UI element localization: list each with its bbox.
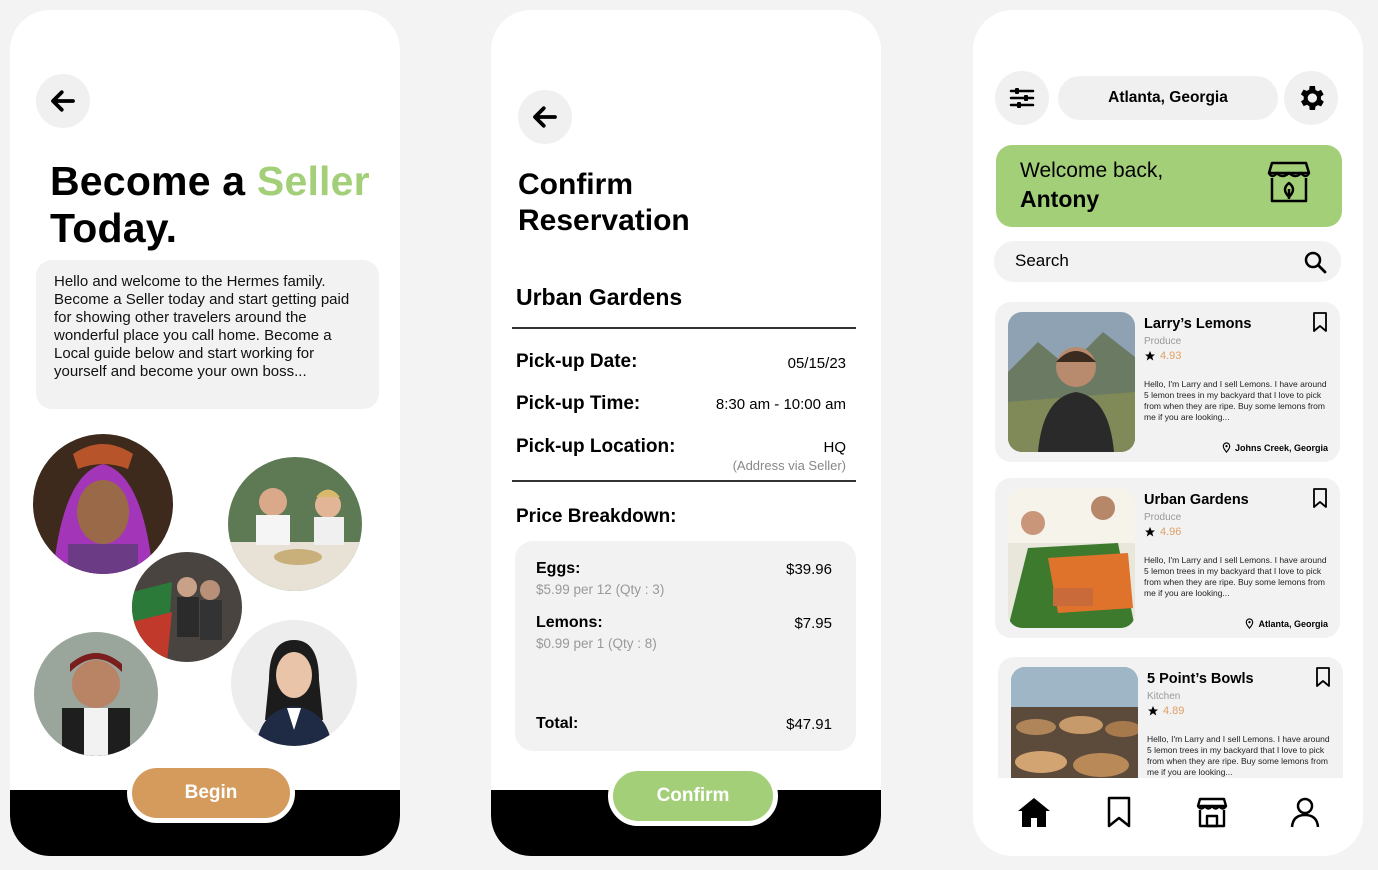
listing-rating: 4.89 — [1147, 705, 1184, 717]
confirm-reservation-screen: Confirm Reservation Urban Gardens Pick-up… — [491, 10, 881, 856]
total-label: Total: — [536, 715, 579, 732]
store-icon — [1267, 161, 1311, 203]
seller-photo-elder-woman — [33, 434, 173, 574]
title-suffix: Today. — [50, 205, 178, 251]
location-text: Johns Creek, Georgia — [1234, 442, 1328, 453]
item-name: Eggs: — [536, 560, 581, 577]
pickup-date-value: 05/15/23 — [787, 355, 846, 372]
listing-category: Produce — [1144, 512, 1182, 523]
begin-button[interactable]: Begin — [127, 763, 295, 823]
item-detail: $5.99 per 12 (Qty : 3) — [536, 582, 665, 597]
search-icon[interactable] — [1303, 250, 1327, 274]
listing-category: Produce — [1144, 336, 1182, 347]
bookmark-icon[interactable] — [1315, 667, 1331, 687]
listing-rating: 4.96 — [1144, 526, 1181, 538]
total-amount: $47.91 — [786, 716, 832, 733]
title-prefix: Become a — [50, 158, 257, 204]
star-icon — [1145, 351, 1155, 361]
listing-location: Johns Creek, Georgia — [1221, 442, 1328, 453]
location-pin-icon — [1222, 442, 1231, 453]
item-name: Lemons: — [536, 614, 603, 631]
nav-profile[interactable] — [1285, 792, 1325, 832]
venue-name: Urban Gardens — [516, 284, 683, 310]
welcome-banner: Welcome back, Antony — [996, 145, 1342, 227]
page-title: Become a Seller Today. — [50, 158, 370, 252]
back-button[interactable] — [518, 90, 572, 144]
nav-store[interactable] — [1192, 792, 1232, 832]
home-screen: Atlanta, Georgia Welcome back, Antony Se… — [973, 10, 1363, 856]
arrow-left-icon — [533, 106, 557, 128]
pickup-time-label: Pick-up Time: — [516, 393, 641, 414]
bookmark-icon — [1107, 796, 1131, 828]
listing-photo — [1008, 312, 1135, 452]
location-selector[interactable]: Atlanta, Georgia — [1058, 76, 1278, 120]
seller-photo-dinner-group — [228, 457, 362, 591]
item-amount: $7.95 — [794, 615, 832, 632]
page-title: Confirm Reservation — [518, 167, 690, 239]
search-input[interactable]: Search — [994, 241, 1341, 282]
location-text: Atlanta, Georgia — [1258, 618, 1328, 629]
item-detail: $0.99 per 1 (Qty : 8) — [536, 636, 657, 651]
rating-value: 4.93 — [1160, 350, 1182, 362]
confirm-button[interactable]: Confirm — [608, 766, 778, 826]
listing-card[interactable]: Larry’s Lemons Produce 4.93 Hello, I'm L… — [995, 302, 1340, 462]
filter-button[interactable] — [995, 71, 1049, 125]
listing-description: Hello, I'm Larry and I sell Lemons. I ha… — [1144, 379, 1327, 422]
store-icon — [1196, 797, 1228, 828]
location-pin-icon — [1246, 618, 1254, 629]
back-button[interactable] — [36, 74, 90, 128]
listing-name: Urban Gardens — [1144, 492, 1249, 508]
listing-name: Larry’s Lemons — [1144, 316, 1252, 332]
nav-home[interactable] — [1014, 792, 1054, 832]
gear-icon — [1300, 86, 1324, 110]
divider — [512, 480, 856, 482]
listing-location: Atlanta, Georgia — [1244, 618, 1328, 629]
pickup-location-label: Pick-up Location: — [516, 436, 676, 457]
title-line-2: Reservation — [518, 204, 690, 237]
pickup-time-value: 8:30 am - 10:00 am — [715, 396, 846, 413]
title-accent: Seller — [256, 158, 370, 204]
rating-value: 4.96 — [1160, 526, 1182, 538]
item-amount: $39.96 — [786, 561, 832, 578]
bookmark-icon[interactable] — [1312, 488, 1328, 508]
listing-photo — [1008, 488, 1135, 628]
title-line-1: Confirm — [518, 168, 633, 201]
seller-photo-man-traditional — [34, 632, 158, 756]
listing-name: 5 Point’s Bowls — [1147, 671, 1254, 687]
pickup-location-value: HQ — [823, 439, 847, 456]
listing-description: Hello, I'm Larry and I sell Lemons. I ha… — [1144, 555, 1327, 598]
seller-photo-friends — [132, 552, 242, 662]
price-breakdown-label: Price Breakdown: — [516, 506, 677, 527]
star-icon — [1145, 527, 1155, 537]
nav-bookmarks[interactable] — [1099, 792, 1139, 832]
profile-icon — [1290, 797, 1320, 828]
intro-text: Hello and welcome to the Hermes family. … — [36, 260, 379, 409]
bookmark-icon[interactable] — [1312, 312, 1328, 332]
home-icon — [1018, 798, 1050, 827]
sliders-icon — [1009, 88, 1035, 108]
price-breakdown-card: Eggs: $5.99 per 12 (Qty : 3) $39.96 Lemo… — [515, 541, 856, 751]
rating-value: 4.89 — [1163, 705, 1185, 717]
pickup-date-label: Pick-up Date: — [516, 351, 638, 372]
listing-card[interactable]: Urban Gardens Produce 4.96 Hello, I'm La… — [995, 478, 1340, 638]
become-seller-screen: Become a Seller Today. Hello and welcome … — [10, 10, 400, 856]
arrow-left-icon — [51, 90, 75, 112]
pickup-location-note: (Address via Seller) — [732, 458, 846, 473]
seller-photo-businesswoman — [231, 620, 357, 746]
divider — [512, 327, 856, 329]
search-placeholder: Search — [1015, 251, 1069, 270]
star-icon — [1148, 706, 1158, 716]
listing-category: Kitchen — [1147, 691, 1181, 702]
listing-description: Hello, I'm Larry and I sell Lemons. I ha… — [1147, 734, 1330, 777]
listing-rating: 4.93 — [1144, 350, 1181, 362]
bottom-navigation — [973, 778, 1363, 856]
settings-button[interactable] — [1284, 71, 1338, 125]
